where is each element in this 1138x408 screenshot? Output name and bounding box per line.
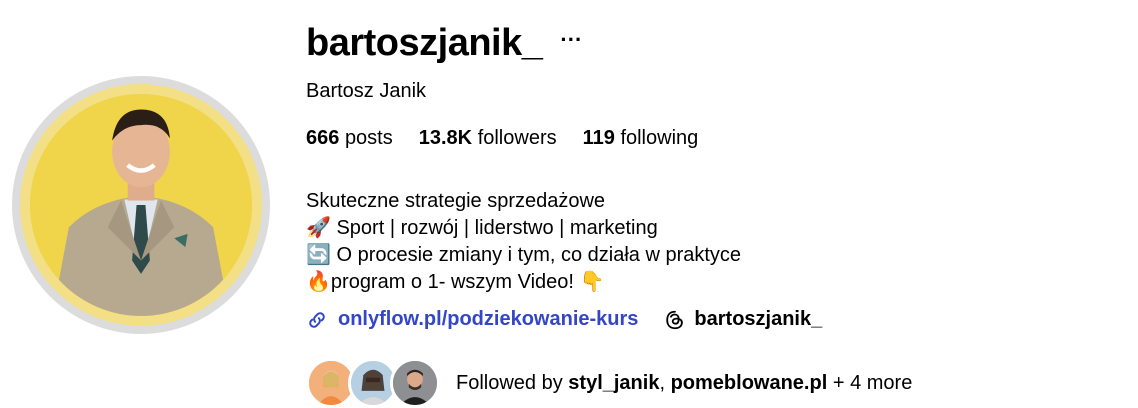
followed-by-more[interactable]: + 4 more (833, 372, 912, 394)
posts-stat[interactable]: 666 posts (306, 127, 393, 150)
bio-line-text: program o 1- wszym Video! (330, 271, 574, 293)
username-row: bartoszjanik_ ··· (306, 22, 582, 65)
following-label: following (620, 127, 699, 149)
followed-by-prefix: Followed by (456, 371, 563, 394)
following-count: 119 (582, 127, 615, 149)
followed-by-text: Followed by styl_janik, pomeblowane.pl +… (456, 372, 912, 395)
followers-count: 13.8K (418, 127, 473, 149)
profile-username: bartoszjanik_ (306, 22, 543, 64)
profile-bio: Skuteczne strategie sprzedażowe 🚀 Sport … (306, 188, 741, 296)
avatar-frame (20, 84, 262, 326)
threads-handle: bartoszjanik_ (694, 308, 823, 330)
mutual-follower-link[interactable]: styl_janik (568, 372, 659, 394)
followers-stat[interactable]: 13.8K followers (419, 127, 557, 150)
bio-line: 🚀 Sport | rozwój | liderstwo | marketing (306, 215, 741, 242)
followed-by-row[interactable]: Followed by styl_janik, pomeblowane.pl +… (306, 358, 912, 408)
followers-label: followers (477, 127, 557, 149)
followed-by-separator: , (659, 371, 666, 394)
following-stat[interactable]: 119 following (583, 127, 699, 150)
pointing-down-icon: 👇 (579, 271, 605, 293)
mutual-followers-avatars (306, 358, 446, 408)
bio-line: Skuteczne strategie sprzedażowe (306, 190, 606, 212)
refresh-icon: 🔄 (306, 244, 331, 266)
more-options-button[interactable]: ··· (560, 28, 582, 51)
posts-count: 666 (306, 127, 340, 149)
profile-avatar[interactable] (12, 76, 270, 334)
website-link[interactable]: onlyflow.pl/podziekowanie-kurs (338, 308, 638, 331)
avatar (390, 358, 440, 408)
rocket-icon: 🚀 (306, 217, 331, 239)
profile-links: onlyflow.pl/podziekowanie-kurs bartoszja… (306, 308, 822, 331)
bio-line-text: O procesie zmiany i tym, co działa w pra… (336, 244, 742, 266)
avatar-photo (30, 94, 252, 316)
profile-full-name: Bartosz Janik (306, 80, 427, 102)
bio-line-text: Sport | rozwój | liderstwo | marketing (336, 217, 658, 239)
person-illustration (30, 94, 252, 316)
mutual-follower-link[interactable]: pomeblowane.pl (671, 372, 828, 394)
link-icon (309, 311, 325, 328)
threads-link[interactable]: bartoszjanik_ (664, 308, 822, 331)
bio-line: 🔄 O procesie zmiany i tym, co działa w p… (306, 242, 741, 269)
bio-line: 🔥program o 1- wszym Video! 👇 (306, 269, 741, 296)
posts-label: posts (344, 127, 393, 149)
profile-stats: 666 posts 13.8K followers 119 following (306, 127, 724, 150)
threads-icon (666, 310, 684, 329)
fire-icon: 🔥 (306, 271, 331, 293)
